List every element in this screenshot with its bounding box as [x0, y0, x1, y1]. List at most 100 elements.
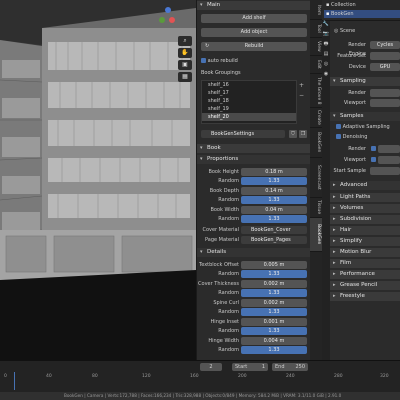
hinge-width-random-field[interactable]: 1.33 [241, 346, 307, 354]
end-frame-field[interactable]: End 250 [272, 363, 308, 371]
samples-subpanel-header[interactable]: ▾ Samples [330, 112, 400, 121]
book-depth-field[interactable]: 0.14 m [241, 187, 307, 195]
autorebuild-checkbox[interactable]: auto rebuild [201, 57, 238, 65]
copy-icon[interactable]: ❐ [299, 130, 307, 138]
start-value: 1 [261, 364, 265, 370]
grease-pencil-header[interactable]: ▸ Grease Pencil [330, 281, 400, 290]
tab-item[interactable]: Item [310, 2, 322, 20]
chevron-right-icon: ▸ [333, 216, 336, 222]
spine-curl-random-field[interactable]: 1.33 [241, 308, 307, 316]
checkbox-icon[interactable] [370, 146, 376, 151]
freestyle-header[interactable]: ▸ Freestyle [330, 292, 400, 301]
collection-icon: ▪ [326, 11, 330, 17]
start-sample-field[interactable] [370, 167, 400, 175]
view-layer-icon[interactable]: ▤ [322, 51, 330, 61]
render-engine-select[interactable]: Cycles [370, 41, 400, 49]
cover-thickness-random-field[interactable]: 1.33 [241, 289, 307, 297]
tab-view[interactable]: View [310, 38, 322, 56]
checkbox-icon[interactable] [370, 157, 376, 162]
volumes-header[interactable]: ▸ Volumes [330, 204, 400, 213]
viewport-samples-field[interactable] [370, 99, 400, 107]
textblock-offset-random-field[interactable]: 1.33 [241, 270, 307, 278]
sampling-panel-header[interactable]: ▾ Sampling [330, 77, 400, 86]
list-item[interactable]: shelf_20 [202, 113, 296, 121]
section-label: Volumes [340, 205, 364, 211]
grid-view-icon[interactable]: ▦ [178, 72, 192, 82]
tab-tool[interactable]: Tool [310, 20, 322, 38]
list-remove-icon[interactable]: − [299, 92, 304, 99]
light-paths-header[interactable]: ▸ Light Paths [330, 193, 400, 202]
denoise-viewport-select[interactable] [378, 156, 400, 164]
cover-material-field[interactable]: BookGen_Cover [241, 226, 307, 234]
viewport-navigation-gizmos[interactable]: ⌕ ✋ ▣ ▦ [178, 36, 192, 82]
timeline-tick: 200 [238, 374, 247, 379]
hinge-width-field[interactable]: 0.004 m [241, 337, 307, 345]
performance-header[interactable]: ▸ Performance [330, 270, 400, 279]
chevron-right-icon: ▸ [333, 238, 336, 244]
render-samples-field[interactable] [370, 89, 400, 97]
fake-user-icon[interactable]: ⛉ [289, 130, 297, 138]
groupings-list[interactable]: shelf_16 shelf_17 shelf_18 shelf_19 shel… [201, 80, 297, 124]
tab-create[interactable]: Create [310, 108, 322, 128]
output-icon[interactable]: 🖶 [322, 41, 330, 51]
denoise-render-select[interactable] [378, 145, 400, 153]
outliner-item-bookgen[interactable]: ▪ BookGen [324, 10, 400, 18]
hinge-inset-field[interactable]: 0.001 m [241, 318, 307, 326]
spine-curl-field[interactable]: 0.002 m [241, 299, 307, 307]
playhead[interactable] [14, 372, 15, 390]
book-width-field[interactable]: 0.04 m [241, 206, 307, 214]
book-panel-header[interactable]: ▾ Book [197, 144, 310, 153]
hair-header[interactable]: ▸ Hair [330, 226, 400, 235]
film-header[interactable]: ▸ Film [330, 259, 400, 268]
tab-tissue[interactable]: Tissue [310, 198, 322, 218]
current-frame-field[interactable]: 2 [200, 363, 222, 371]
outliner-item-collection[interactable]: ▪ Collection [326, 1, 356, 9]
tab-bookgen-a[interactable]: BookGen [310, 128, 322, 158]
list-item[interactable]: shelf_19 [202, 105, 296, 113]
rebuild-button[interactable]: ↻ Rebuild [201, 42, 307, 51]
main-panel-header[interactable]: ▾ Main [197, 1, 310, 10]
device-select[interactable]: GPU [370, 63, 400, 71]
subdivision-header[interactable]: ▸ Subdivision [330, 215, 400, 224]
tab-the-grove[interactable]: The Grove 8 [310, 74, 322, 108]
details-subpanel-header[interactable]: ▾ Details [197, 248, 310, 257]
add-shelf-button[interactable]: Add shelf [201, 14, 307, 23]
simplify-header[interactable]: ▸ Simplify [330, 237, 400, 246]
adaptive-sampling-row[interactable]: Adaptive Sampling [336, 123, 400, 132]
section-label: Motion Blur [340, 249, 372, 255]
denoising-row[interactable]: Denoising [336, 133, 400, 142]
feature-set-select[interactable] [370, 52, 400, 60]
hinge-inset-random-field[interactable]: 1.33 [241, 327, 307, 335]
settings-datablock-field[interactable]: BookGenSettings [201, 130, 285, 138]
page-material-field[interactable]: BookGen_Pages [241, 236, 307, 244]
list-item[interactable]: shelf_18 [202, 97, 296, 105]
book-height-random-field[interactable]: 1.33 [241, 177, 307, 185]
zoom-icon[interactable]: ⌕ [178, 36, 192, 46]
tab-bookgen-active[interactable]: BookGen [310, 218, 322, 252]
add-object-button[interactable]: Add object [201, 28, 307, 37]
tab-edit[interactable]: Edit [310, 56, 322, 74]
book-width-random-field[interactable]: 1.33 [241, 215, 307, 223]
list-item[interactable]: shelf_16 [202, 81, 296, 89]
pan-hand-icon[interactable]: ✋ [178, 48, 192, 58]
cover-thickness-field[interactable]: 0.002 m [241, 280, 307, 288]
scene-icon[interactable]: ◎ [322, 61, 330, 71]
proportions-subpanel-header[interactable]: ▾ Proportions [197, 155, 310, 164]
camera-view-icon[interactable]: ▣ [178, 60, 192, 70]
book-width-label: Book Width [210, 207, 239, 213]
render-icon[interactable]: 📷 [322, 31, 330, 41]
motion-blur-header[interactable]: ▸ Motion Blur [330, 248, 400, 257]
tool-icon[interactable]: 🔧 [322, 21, 330, 31]
book-height-field[interactable]: 0.18 m [241, 168, 307, 176]
book-depth-random-field[interactable]: 1.33 [241, 196, 307, 204]
3d-viewport[interactable]: ⌕ ✋ ▣ ▦ [0, 0, 196, 360]
textblock-offset-field[interactable]: 0.005 m [241, 261, 307, 269]
world-icon[interactable]: ◉ [322, 71, 330, 81]
start-frame-field[interactable]: Start 1 [232, 363, 268, 371]
tab-screencast[interactable]: Screencast [310, 158, 322, 198]
section-label: Film [340, 260, 352, 266]
list-add-icon[interactable]: + [299, 82, 304, 89]
section-label: Light Paths [340, 194, 371, 200]
list-item[interactable]: shelf_17 [202, 89, 296, 97]
advanced-subpanel-header[interactable]: ▸ Advanced [330, 181, 400, 190]
